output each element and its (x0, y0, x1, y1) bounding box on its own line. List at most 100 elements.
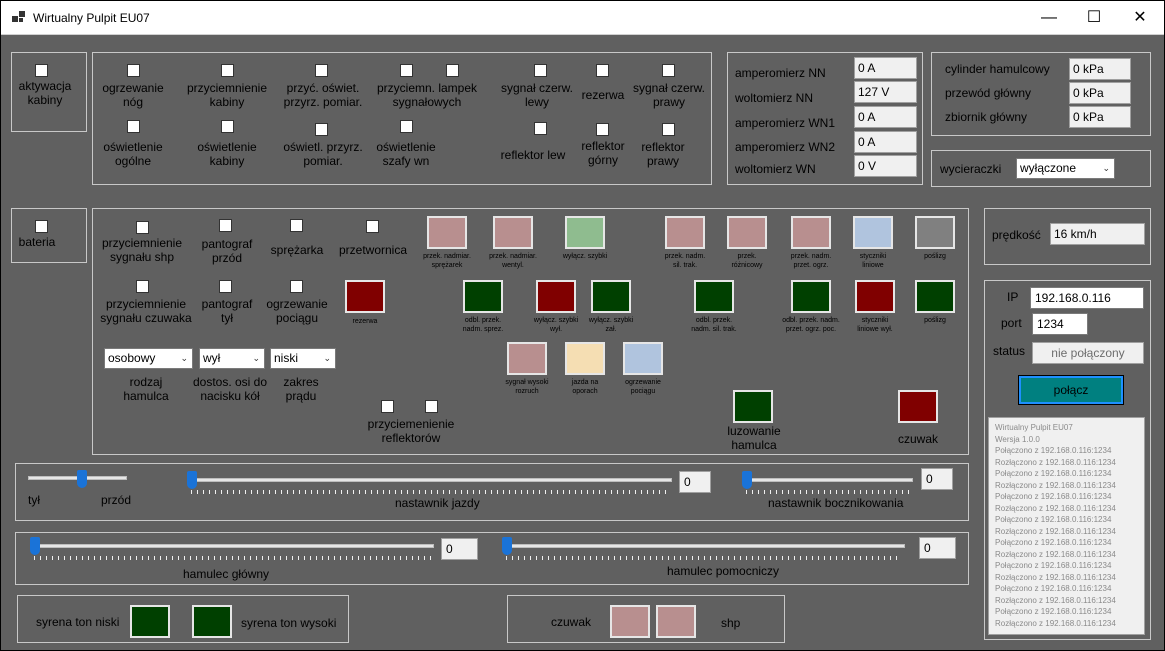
log-line: Połączono z 192.168.0.116:1234 (995, 561, 1112, 570)
przyciemnienie-shp-checkbox[interactable] (136, 221, 149, 234)
meter-label: woltomierz NN (735, 91, 814, 105)
status-indicator[interactable] (591, 280, 631, 313)
ip-input[interactable]: 192.168.0.116 (1030, 287, 1144, 309)
przyciemnienie-czuwaka-checkbox[interactable] (136, 280, 149, 293)
przyciemnienie-reflektorow-checkbox-2[interactable] (425, 400, 438, 413)
zakres-pradu-label: zakres prądu (283, 375, 319, 403)
cabin-activation-checkbox[interactable] (35, 64, 48, 77)
status-indicator[interactable] (665, 216, 705, 249)
status-indicator[interactable] (507, 342, 547, 375)
reflektor-gorny-checkbox[interactable] (596, 123, 609, 136)
minimize-button[interactable]: — (1026, 1, 1072, 35)
hamulec-glowny-slider-thumb[interactable] (30, 537, 40, 555)
chevron-down-icon: ⌄ (1102, 163, 1110, 173)
status-indicator[interactable] (565, 216, 605, 249)
status-indicator[interactable] (855, 280, 895, 313)
rezerwa-label: rezerwa (581, 88, 625, 102)
shp-safety-label: shp (721, 616, 741, 630)
status-indicator[interactable] (427, 216, 467, 249)
status-indicator[interactable] (915, 216, 955, 249)
log-line: Wirtualny Pulpit EU07 (995, 423, 1073, 432)
reflektor-gorny-label: reflektor górny (581, 139, 625, 167)
pantograf-przod-label: pantograf przód (201, 237, 253, 265)
rezerwa-checkbox[interactable] (596, 64, 609, 77)
czuwak-indicator[interactable] (898, 390, 938, 423)
status-indicator[interactable] (565, 342, 605, 375)
log-line: Połączono z 192.168.0.116:1234 (995, 515, 1112, 524)
maximize-button[interactable]: ☐ (1071, 1, 1117, 35)
status-indicator-label: wyłącz. szybki zał. (588, 317, 634, 333)
oswietlenie-przyrz-checkbox[interactable] (315, 123, 328, 136)
ogrzewanie-pociagu-checkbox[interactable] (290, 280, 303, 293)
przyciemnienie-kabiny-label: przyciemnienie kabiny (186, 81, 268, 109)
luzowanie-hamulca-button[interactable] (733, 390, 773, 423)
czuwak-indicator-label: czuwak (897, 432, 938, 446)
oswietlenie-ogolne-checkbox[interactable] (127, 120, 140, 133)
status-indicator[interactable] (694, 280, 734, 313)
status-indicator[interactable] (791, 216, 831, 249)
close-button[interactable]: ✕ (1117, 1, 1163, 35)
jazda-slider-thumb[interactable] (187, 471, 197, 489)
przyciemnienie-czuwaka-label: przyciemnienie sygnału czuwaka (100, 297, 192, 325)
status-indicator[interactable] (727, 216, 767, 249)
wipers-value: wyłączone (1020, 161, 1077, 175)
przyc-lampek-checkbox-1[interactable] (400, 64, 413, 77)
przyc-oswietlenia-checkbox[interactable] (315, 64, 328, 77)
log-line: Rozłączono z 192.168.0.116:1234 (995, 549, 1116, 559)
sprezarka-checkbox[interactable] (290, 219, 303, 232)
meter-label: woltomierz WN (735, 162, 816, 176)
przyc-lampek-checkbox-2[interactable] (446, 64, 459, 77)
dostos-osi-select[interactable]: wył ⌄ (199, 348, 265, 369)
app-icon (12, 11, 26, 23)
status-indicator[interactable] (463, 280, 503, 313)
shp-safety-indicator[interactable] (656, 605, 696, 638)
ogrzewanie-pociagu-label: ogrzewanie pociągu (266, 297, 328, 325)
oswietlenie-szafy-checkbox[interactable] (400, 120, 413, 133)
rodzaj-hamulca-label: rodzaj hamulca (123, 375, 169, 403)
status-indicator[interactable] (915, 280, 955, 313)
czuwak-safety-indicator[interactable] (610, 605, 650, 638)
jazda-track (187, 478, 672, 482)
sprezarka-label: sprężarka (270, 243, 324, 257)
hamulec-pomocniczy-slider-thumb[interactable] (502, 537, 512, 555)
bocznik-slider-thumb[interactable] (742, 471, 752, 489)
przyciemnienie-reflektorow-checkbox-1[interactable] (381, 400, 394, 413)
wipers-select[interactable]: wyłączone ⌄ (1016, 158, 1115, 179)
pantograf-tyl-checkbox[interactable] (219, 280, 232, 293)
sygnal-lewy-checkbox[interactable] (534, 64, 547, 77)
status-indicator[interactable] (493, 216, 533, 249)
sygnal-prawy-checkbox[interactable] (662, 64, 675, 77)
log-line: Rozłączono z 192.168.0.116:1234 (995, 480, 1116, 490)
przyc-lampek-label: przyciemn. lampek sygnałowych (376, 81, 478, 109)
status-indicator-label: poślizg (924, 317, 946, 324)
port-input[interactable]: 1234 (1032, 313, 1088, 335)
status-indicator[interactable] (791, 280, 831, 313)
pomocniczy-ticks (506, 556, 902, 560)
battery-checkbox[interactable] (35, 220, 48, 233)
przetwornica-checkbox[interactable] (366, 220, 379, 233)
reflektor-lew-checkbox[interactable] (534, 122, 547, 135)
reflektor-prawy-checkbox[interactable] (662, 123, 675, 136)
przyciemnienie-kabiny-checkbox[interactable] (221, 64, 234, 77)
speed-value: 16 km/h (1050, 223, 1145, 245)
rezerwa-indicator[interactable] (345, 280, 385, 313)
log-line: Połączono z 192.168.0.116:1234 (995, 607, 1112, 616)
status-indicator[interactable] (623, 342, 663, 375)
rodzaj-hamulca-select[interactable]: osobowy ⌄ (104, 348, 193, 369)
kierunek-slider-thumb[interactable] (76, 470, 87, 488)
jazda-value: 0 (679, 471, 711, 493)
log-line: Wersja 1.0.0 (995, 434, 1040, 444)
status-indicator[interactable] (536, 280, 576, 313)
connect-button[interactable]: połącz (1018, 375, 1124, 405)
ogrzewanie-nog-checkbox[interactable] (127, 64, 140, 77)
meter-value: 0 A (854, 106, 917, 128)
bocznik-value: 0 (921, 468, 953, 490)
status-indicator[interactable] (853, 216, 893, 249)
oswietlenie-kabiny-checkbox[interactable] (221, 120, 234, 133)
przyc-oswietlenia-label: przyć. oświet. przyrz. pomiar. (283, 81, 363, 109)
pantograf-przod-checkbox[interactable] (219, 219, 232, 232)
siren-low-button[interactable] (130, 605, 170, 638)
zakres-pradu-select[interactable]: niski ⌄ (270, 348, 336, 369)
status-indicator-label: ogrzewanie pociągu (625, 379, 661, 395)
siren-high-button[interactable] (192, 605, 232, 638)
